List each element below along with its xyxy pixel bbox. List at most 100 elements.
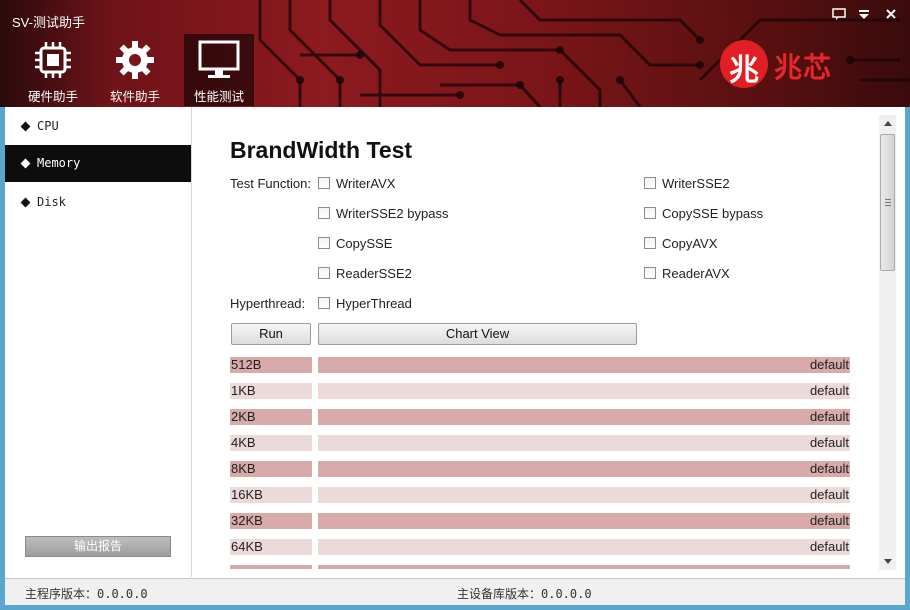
result-bar: default: [318, 409, 850, 425]
toolbar-software-assistant[interactable]: 软件助手: [100, 34, 170, 106]
scroll-down-button[interactable]: [879, 553, 896, 570]
sidebar-item-memory[interactable]: Memory: [5, 145, 191, 182]
checkbox-label: HyperThread: [336, 296, 412, 311]
close-icon[interactable]: [882, 8, 900, 24]
result-size-label: 64KB: [230, 539, 312, 555]
result-bar: [318, 565, 850, 569]
toolbar-performance-test[interactable]: 性能测试: [184, 34, 254, 106]
sidebar-item-label: Disk: [37, 195, 66, 209]
checkbox-label: WriterAVX: [336, 176, 396, 191]
result-size-label: 1KB: [230, 383, 312, 399]
result-bar: default: [318, 487, 850, 503]
scroll-thumb[interactable]: [880, 134, 895, 271]
menu-dropdown-icon[interactable]: [855, 8, 873, 24]
monitor-icon: [198, 40, 240, 78]
toolbar-label: 硬件助手: [27, 89, 78, 104]
result-bar: default: [318, 539, 850, 555]
main-program-version: 主程序版本：0.0.0.0: [25, 587, 148, 601]
checkbox-box[interactable]: [318, 267, 330, 279]
status-bar: 主程序版本：0.0.0.0 主设备库版本：0.0.0.0: [5, 578, 905, 605]
result-row: 512B default: [230, 357, 850, 373]
header-banner: SV-测试助手 硬件助手 软件助手 性能测试 兆 兆芯: [0, 0, 910, 107]
result-value: default: [809, 461, 849, 476]
checkbox-label: WriterSSE2 bypass: [336, 206, 449, 221]
feedback-icon[interactable]: [830, 8, 848, 24]
result-bar: default: [318, 383, 850, 399]
checkbox-box[interactable]: [644, 267, 656, 279]
logo-text: 兆芯: [774, 51, 833, 84]
vertical-scrollbar[interactable]: [879, 115, 896, 570]
sidebar: CPU Memory Disk 输出报告: [5, 107, 192, 577]
scroll-up-button[interactable]: [879, 115, 896, 132]
grip-line: [885, 199, 891, 200]
diamond-bullet-icon: [20, 121, 31, 132]
logo-mark: 兆: [720, 40, 768, 88]
diamond-bullet-icon: [20, 158, 31, 169]
chip-icon: [35, 42, 71, 78]
window-frame-right: [905, 107, 910, 610]
result-size-label: 32KB: [230, 513, 312, 529]
result-row: 16KB default: [230, 487, 850, 503]
checkbox-label: ReaderSSE2: [336, 266, 412, 281]
diamond-bullet-icon: [20, 197, 31, 208]
result-size-label: [230, 565, 312, 569]
sidebar-item-label: Memory: [37, 156, 81, 170]
test-function-label: Test Function:: [230, 176, 311, 191]
result-row: 4KB default: [230, 435, 850, 451]
checkbox-box[interactable]: [644, 177, 656, 189]
checkbox-label: ReaderAVX: [662, 266, 730, 281]
result-value: default: [809, 487, 849, 502]
grip-line: [885, 205, 891, 206]
result-row: 1KB default: [230, 383, 850, 399]
checkbox-box[interactable]: [318, 297, 330, 309]
result-size-label: 2KB: [230, 409, 312, 425]
result-size-label: 8KB: [230, 461, 312, 477]
result-row: 32KB default: [230, 513, 850, 529]
window-frame-bottom: [0, 605, 910, 610]
result-bar: default: [318, 513, 850, 529]
result-row-partial: [230, 565, 850, 569]
result-size-label: 16KB: [230, 487, 312, 503]
result-value: default: [809, 539, 849, 554]
result-value: default: [809, 409, 849, 424]
export-report-button[interactable]: 输出报告: [25, 536, 171, 557]
checkbox-box[interactable]: [644, 207, 656, 219]
grip-line: [885, 202, 891, 203]
chart-view-button[interactable]: Chart View: [318, 323, 637, 345]
chevron-up-icon: [883, 121, 892, 126]
result-bar: default: [318, 435, 850, 451]
result-value: default: [809, 435, 849, 450]
checkbox-label: CopyAVX: [662, 236, 718, 251]
sidebar-item-label: CPU: [37, 119, 59, 133]
checkbox-label: CopySSE bypass: [662, 206, 764, 221]
checkbox-box[interactable]: [318, 177, 330, 189]
checkbox-box[interactable]: [644, 237, 656, 249]
result-row: 8KB default: [230, 461, 850, 477]
sidebar-item-disk[interactable]: Disk: [5, 184, 191, 221]
toolbar-hardware-assistant[interactable]: 硬件助手: [18, 34, 88, 106]
main-panel: BrandWidth Test Test Function: WriterAVX…: [193, 107, 905, 577]
toolbar-label: 软件助手: [109, 89, 160, 104]
sidebar-item-cpu[interactable]: CPU: [5, 108, 191, 145]
checkbox-label: CopySSE: [336, 236, 393, 251]
result-value: default: [809, 383, 849, 398]
result-row: 2KB default: [230, 409, 850, 425]
gear-icon: [116, 41, 154, 79]
result-size-label: 512B: [230, 357, 312, 373]
result-value: default: [809, 513, 849, 528]
checkbox-box[interactable]: [318, 237, 330, 249]
device-library-version: 主设备库版本：0.0.0.0: [457, 587, 592, 601]
zhaoxin-logo: 兆 兆芯: [720, 40, 850, 90]
result-value: default: [809, 357, 849, 372]
app-title: SV-测试助手: [12, 15, 85, 30]
result-row: 64KB default: [230, 539, 850, 555]
hyperthread-label: Hyperthread:: [230, 296, 306, 311]
toolbar-label: 性能测试: [193, 89, 244, 104]
checkbox-box[interactable]: [318, 207, 330, 219]
page-title: BrandWidth Test: [230, 137, 413, 163]
run-button[interactable]: Run: [231, 323, 311, 345]
result-bar: default: [318, 461, 850, 477]
checkbox-label: WriterSSE2: [662, 176, 730, 191]
result-bar: default: [318, 357, 850, 373]
chevron-down-icon: [883, 559, 892, 564]
